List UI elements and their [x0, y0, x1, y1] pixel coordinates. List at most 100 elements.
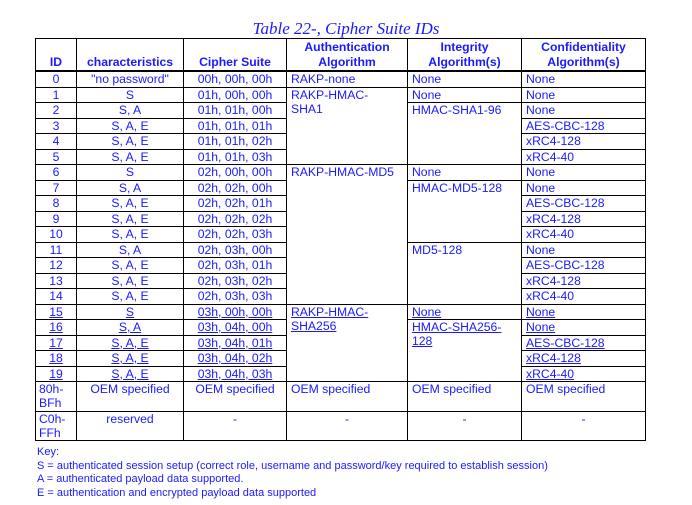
key-legend: Key: S = authenticated session setup (co… [37, 446, 548, 500]
confidentiality-algorithm-link[interactable]: xRC4-128 [526, 351, 581, 365]
header-id: ID [35, 38, 77, 72]
header-conf-line2: Algorithm(s) [547, 54, 620, 69]
cell-id: 3 [35, 117, 77, 134]
confidentiality-algorithm-link[interactable]: None [526, 320, 555, 334]
table-row-oem: 80h- BFh OEM specified OEM specified OEM … [35, 381, 646, 412]
cell-id: 10 [35, 226, 77, 243]
cell-confidentiality-algorithm: xRC4-128 [521, 350, 646, 367]
cell-id: 12 [35, 257, 77, 274]
cell-characteristics-link[interactable]: S, A [76, 319, 184, 336]
cell-characteristics: S, A, E [76, 210, 184, 227]
cell-cipher-suite: 02h, 02h, 03h [183, 226, 287, 243]
cell-id: 5 [35, 148, 77, 165]
cell-cipher-suite: 02h, 02h, 01h [183, 195, 287, 212]
cell-characteristics-link[interactable]: S, A, E [76, 334, 184, 351]
cell-confidentiality-algorithm: None [521, 86, 646, 103]
cell-cipher-suite: 02h, 03h, 02h [183, 272, 287, 289]
cell-id-link[interactable]: 16 [35, 319, 77, 336]
reserved-id: C0h- FFh [39, 411, 66, 440]
cell-confidentiality-algorithm: xRC4-40 [521, 365, 646, 382]
cell-id-link[interactable]: 18 [35, 350, 77, 367]
auth-algorithm-link[interactable]: RAKP-HMAC- SHA256 [291, 305, 368, 333]
confidentiality-algorithm-link[interactable]: AES-CBC-128 [526, 336, 605, 350]
cell-confidentiality-algorithm: xRC4-128 [521, 210, 646, 227]
cell-auth-algorithm: RAKP-none [286, 70, 408, 88]
cell-characteristics: S, A, E [76, 133, 184, 150]
cell-cipher-suite-link[interactable]: 03h, 04h, 02h [183, 350, 287, 367]
cell-cipher-suite: 01h, 01h, 02h [183, 133, 287, 150]
cell-cipher-suite: 00h, 00h, 00h [183, 70, 287, 88]
header-auth-line1: Authentication [304, 40, 390, 55]
integrity-algorithm-link[interactable]: HMAC-SHA256- 128 [412, 321, 501, 349]
cell-id: 8 [35, 195, 77, 212]
cell-characteristics-link[interactable]: S, A, E [76, 365, 184, 382]
cell-characteristics: S, A [76, 102, 184, 119]
cell-confidentiality-algorithm: AES-CBC-128 [521, 117, 646, 134]
cell-integrity-algorithm: HMAC-SHA1-96 [407, 102, 522, 165]
cell-cipher-suite-link[interactable]: 03h, 00h, 00h [183, 303, 287, 320]
cell-confidentiality-algorithm: OEM specified [521, 381, 646, 412]
cell-id: 7 [35, 179, 77, 196]
cell-cipher-suite: - [183, 410, 287, 442]
cell-cipher-suite: 01h, 00h, 00h [183, 86, 287, 103]
cell-cipher-suite: 01h, 01h, 00h [183, 102, 287, 119]
cell-characteristics: S [76, 86, 184, 103]
cell-confidentiality-algorithm: None [521, 319, 646, 336]
key-line-e: E = authentication and encrypted payload… [37, 486, 317, 499]
cell-auth-algorithm: RAKP-HMAC- SHA1 [286, 86, 408, 165]
cell-characteristics-link[interactable]: S, A, E [76, 350, 184, 367]
cell-confidentiality-algorithm: None [521, 303, 646, 320]
header-conf-line1: Confidentiality [541, 40, 626, 55]
cell-characteristics: S, A [76, 179, 184, 196]
cell-confidentiality-algorithm: xRC4-40 [521, 288, 646, 305]
table-title: Table 22-, Cipher Suite IDs [252, 19, 440, 38]
cell-characteristics: reserved [76, 410, 184, 442]
header-integ-line1: Integrity [440, 40, 489, 55]
cell-cipher-suite-link[interactable]: 03h, 04h, 03h [183, 365, 287, 382]
cell-integrity-algorithm: OEM specified [407, 381, 522, 412]
cell-integrity-algorithm: None [407, 164, 522, 181]
cell-characteristics: S, A, E [76, 195, 184, 212]
key-line-a: A = authenticated payload data supported… [37, 473, 244, 485]
header-integrity-algorithm: Integrity Algorithm(s) [407, 38, 522, 72]
cell-auth-algorithm: RAKP-HMAC-MD5 [286, 164, 408, 305]
cell-id-link[interactable]: 17 [35, 334, 77, 351]
confidentiality-algorithm-link[interactable]: None [526, 305, 555, 319]
header-auth-line2: Algorithm [318, 54, 376, 69]
header-cipher-suite: Cipher Suite [183, 38, 287, 72]
cell-characteristics: S, A, E [76, 226, 184, 243]
cell-confidentiality-algorithm: AES-CBC-128 [521, 195, 646, 212]
cell-characteristics: "no password" [76, 70, 184, 88]
cell-confidentiality-algorithm: xRC4-40 [521, 226, 646, 243]
cell-id: 13 [35, 272, 77, 289]
cell-id: C0h- FFh [35, 410, 77, 442]
cell-confidentiality-algorithm: AES-CBC-128 [521, 257, 646, 274]
oem-id: 80h- BFh [39, 382, 64, 411]
cell-confidentiality-algorithm: None [521, 70, 646, 88]
cell-characteristics-link[interactable]: S [76, 303, 184, 320]
cell-cipher-suite: 02h, 03h, 01h [183, 257, 287, 274]
integrity-algorithm-link[interactable]: None [412, 305, 441, 319]
cell-cipher-suite-link[interactable]: 03h, 04h, 00h [183, 319, 287, 336]
cell-confidentiality-algorithm: None [521, 102, 646, 119]
cell-auth-algorithm: OEM specified [286, 381, 408, 412]
header-authentication-algorithm: Authentication Algorithm [286, 38, 408, 72]
cell-cipher-suite: OEM specified [183, 381, 287, 412]
cell-confidentiality-algorithm: None [521, 164, 646, 181]
confidentiality-algorithm-link[interactable]: xRC4-40 [526, 367, 574, 381]
cell-id-link[interactable]: 15 [35, 303, 77, 320]
cell-characteristics: S, A, E [76, 257, 184, 274]
cell-id: 9 [35, 210, 77, 227]
cell-characteristics: S, A [76, 241, 184, 258]
cell-id: 11 [35, 241, 77, 258]
cell-cipher-suite-link[interactable]: 03h, 04h, 01h [183, 334, 287, 351]
header-integ-line2: Algorithm(s) [428, 54, 501, 69]
cell-auth-algorithm: RAKP-HMAC- SHA256 [286, 303, 408, 382]
cell-confidentiality-algorithm: xRC4-128 [521, 272, 646, 289]
cell-cipher-suite: 02h, 02h, 02h [183, 210, 287, 227]
cell-characteristics: S, A, E [76, 117, 184, 134]
cell-confidentiality-algorithm: None [521, 179, 646, 196]
cell-id-link[interactable]: 19 [35, 365, 77, 382]
cell-id: 1 [35, 86, 77, 103]
cell-integrity-algorithm: HMAC-MD5-128 [407, 179, 522, 243]
